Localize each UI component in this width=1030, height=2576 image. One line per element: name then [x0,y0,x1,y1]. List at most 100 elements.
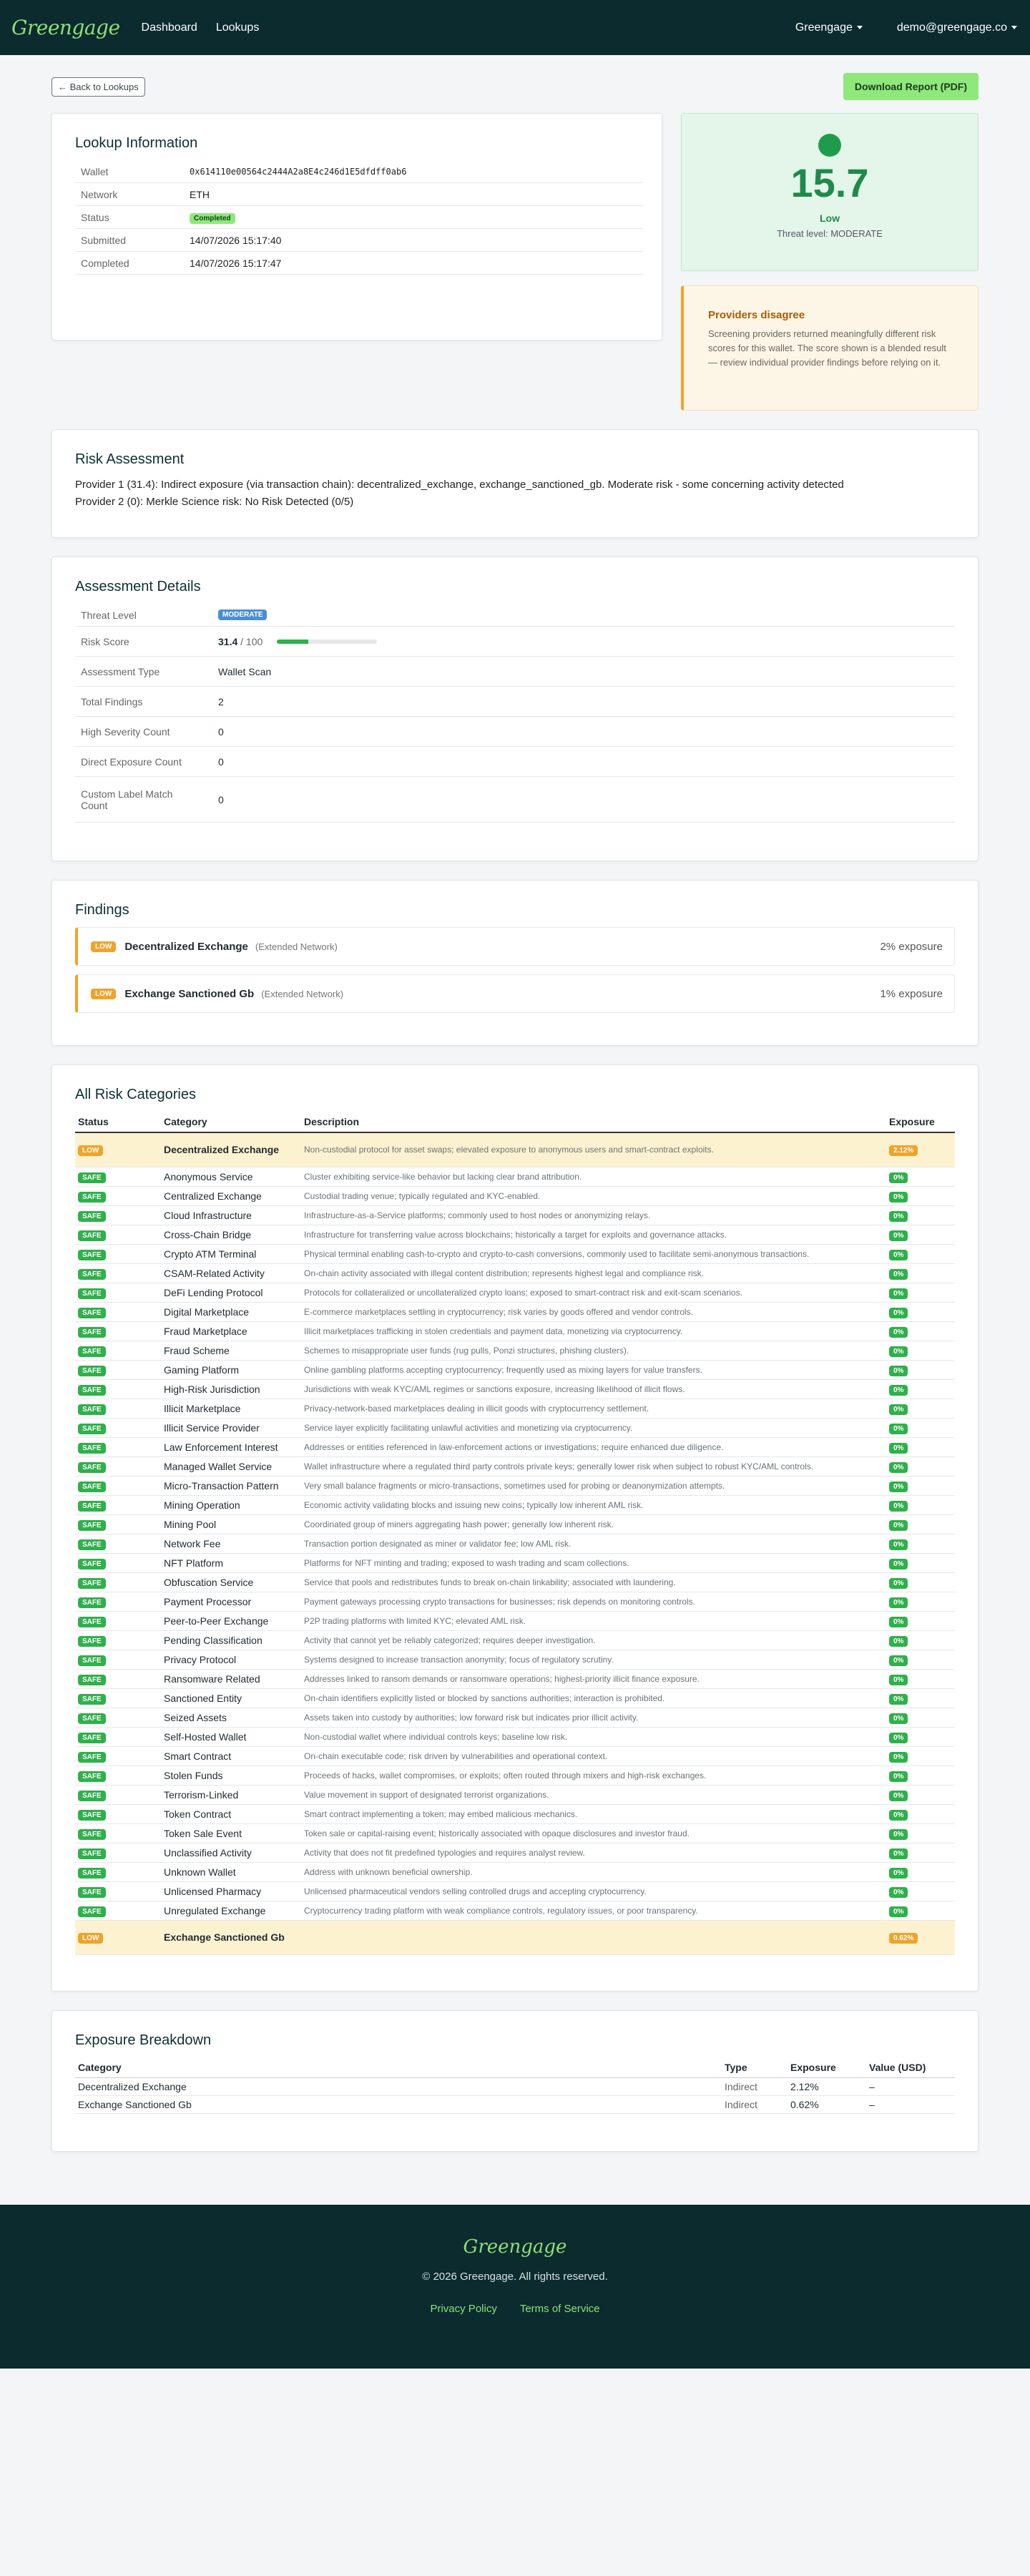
exposure-cell: 0% [886,1650,955,1670]
table-row: SAFE Sanctioned Entity On-chain identifier… [75,1688,955,1708]
exposure-usd: – [866,2095,955,2114]
exposure-cell: 0% [886,1688,955,1708]
exposure-cell: 0% [886,1495,955,1515]
table-row: SAFE Cloud Infrastructure Infrastructure-a… [75,1205,955,1225]
exposure-cell: 0% [886,1225,955,1245]
exposure-badge: 2.12% [889,1145,918,1157]
description-cell: Systems designed to increase transaction… [301,1650,886,1670]
category-cell: Crypto ATM Terminal [161,1244,301,1264]
status-cell: SAFE [75,1823,161,1843]
status-badge: SAFE [78,1500,106,1512]
description-cell: Platforms for NFT minting and trading; e… [301,1553,886,1573]
category-cell: Exchange Sanctioned Gb [161,1920,301,1955]
description-cell: Non-custodial protocol for asset swaps; … [301,1132,886,1167]
status-cell: SAFE [75,1727,161,1747]
status-cell: SAFE [75,1804,161,1824]
table-row: SAFE Stolen Funds Proceeds of hacks, walle… [75,1766,955,1786]
category-cell: Managed Wallet Service [161,1456,301,1476]
privacy-link[interactable]: Privacy Policy [430,2303,496,2315]
lookup-info-card: Lookup Information Wallet 0x614110e00564c… [52,113,662,341]
status-badge: SAFE [78,1597,106,1608]
finding-item[interactable]: LOW Decentralized Exchange (Extended Netwo… [75,927,955,966]
column-header: Category [75,2057,722,2078]
details-row: High Severity Count 0 [75,717,955,747]
download-report-button[interactable]: Download Report (PDF) [843,73,978,100]
status-cell: SAFE [75,1418,161,1438]
status-cell: SAFE [75,1785,161,1805]
kv-key: Threat Level [81,609,137,621]
status-cell: SAFE [75,1495,161,1515]
lookup-row-network: Network ETH [75,183,643,206]
status-cell: SAFE [75,1244,161,1264]
status-badge: Completed [190,212,235,224]
exposure-cell: 0% [886,1205,955,1225]
wallet-address[interactable]: 0x614110e00564c2444A2a8E4c246d1E5dfdff0a… [190,167,406,177]
table-row: SAFE Unknown Wallet Address with unknown b… [75,1862,955,1882]
exposure-cell: 0% [886,1456,955,1476]
details-title: Assessment Details [75,579,201,594]
threat-badge: MODERATE [218,609,268,620]
nav-dashboard[interactable]: Dashboard [142,21,197,34]
org-dropdown[interactable]: Greengage [795,21,863,34]
finding-item[interactable]: LOW Exchange Sanctioned Gb (Extended Netwo… [75,974,955,1013]
kv-key: High Severity Count [81,725,170,738]
table-row: SAFE High-Risk Jurisdiction Jurisdictions … [75,1379,955,1399]
risk-categories-card: All Risk Categories Status Category Desc… [52,1064,978,1992]
exposure-cell: 0% [886,1708,955,1728]
table-row: LOW Decentralized Exchange Non-custodial p… [75,1132,955,1167]
status-cell: SAFE [75,1437,161,1457]
providers-warning: Providers disagree Screening providers r… [681,285,978,411]
category-cell: Unregulated Exchange [161,1901,301,1921]
status-cell: SAFE [75,1553,161,1573]
category-cell: Cross-Chain Bridge [161,1225,301,1245]
column-header: Status [75,1112,161,1133]
brand-logo[interactable]: Greengage [11,16,120,39]
kv-value: 0 [218,725,224,738]
table-row: SAFE Law Enforcement Interest Addresses or… [75,1437,955,1457]
category-cell: Anonymous Service [161,1167,301,1187]
status-cell: SAFE [75,1225,161,1245]
exposure-badge: 0% [889,1442,908,1454]
kv-key: Assessment Type [81,665,160,677]
kv-key: Completed [81,257,129,269]
category-cell: Self-Hosted Wallet [161,1727,301,1747]
category-cell: NFT Platform [161,1553,301,1573]
kv-key: Direct Exposure Count [81,755,182,768]
user-dropdown[interactable]: demo@greengage.co [897,21,1017,34]
status-badge: SAFE [78,1288,106,1299]
description-cell: Infrastructure for transferring value ac… [301,1225,886,1245]
category-cell: Cloud Infrastructure [161,1205,301,1225]
exposure-badge: 0% [889,1307,908,1318]
table-row: LOW Exchange Sanctioned Gb 0.62% [75,1920,955,1955]
table-row: SAFE Managed Wallet Service Wallet infrast… [75,1456,955,1476]
status-cell: SAFE [75,1399,161,1419]
org-label: Greengage [795,21,853,34]
kv-value: 14/07/2026 15:17:40 [190,234,282,246]
status-badge: SAFE [78,1828,106,1840]
lookup-table: Wallet 0x614110e00564c2444A2a8E4c246d1E5d… [75,160,643,275]
status-cell: SAFE [75,1205,161,1225]
back-button[interactable]: ← Back to Lookups [52,77,145,97]
description-cell: Service that pools and redistributes fun… [301,1572,886,1592]
kv-value: 2 [218,695,224,707]
description-cell: On-chain executable code; risk driven by… [301,1746,886,1766]
status-badge: SAFE [78,1346,106,1357]
status-cell: SAFE [75,1688,161,1708]
description-cell: P2P trading platforms with limited KYC; … [301,1611,886,1631]
kv-key: Risk Score [81,635,129,647]
status-cell: SAFE [75,1708,161,1728]
exposure-badge: 0% [889,1906,908,1917]
status-badge: SAFE [78,1790,106,1801]
nav-lookups[interactable]: Lookups [216,21,260,34]
exposure-cell: 0% [886,1379,955,1399]
terms-link[interactable]: Terms of Service [520,2303,600,2315]
status-cell: SAFE [75,1669,161,1689]
category-cell: Seized Assets [161,1708,301,1728]
category-cell: Fraud Marketplace [161,1321,301,1341]
category-cell: Mining Pool [161,1514,301,1534]
description-cell: On-chain activity associated with illega… [301,1263,886,1283]
status-badge: SAFE [78,1519,106,1531]
lookup-row-wallet: Wallet 0x614110e00564c2444A2a8E4c246d1E5d… [75,160,643,183]
finding-name: Decentralized Exchange [124,940,248,953]
status-badge: SAFE [78,1732,106,1743]
